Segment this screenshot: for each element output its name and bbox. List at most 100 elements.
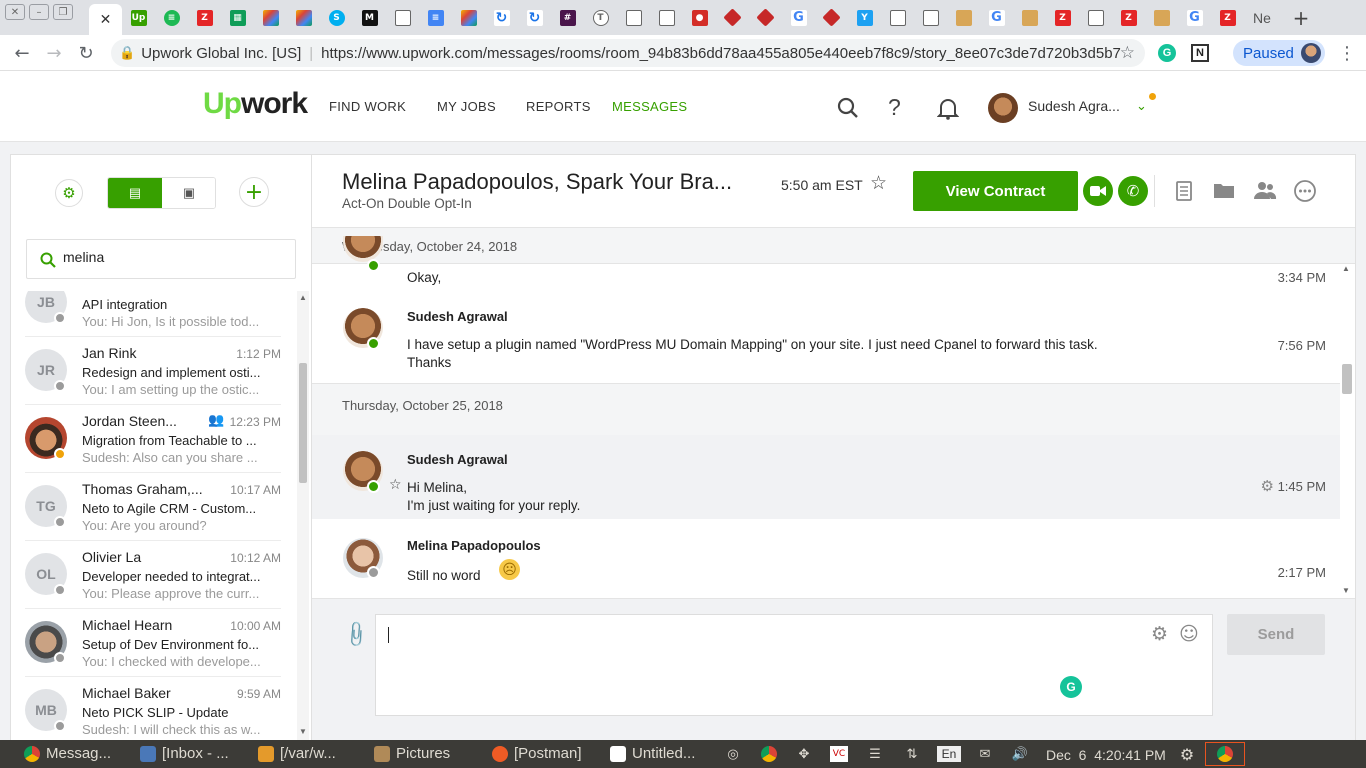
list-item[interactable]: Michael Hearn 10:00 AM Setup of Dev Envi… — [25, 609, 281, 677]
minimize-window-icon[interactable]: – — [29, 4, 49, 20]
tab-ext-1[interactable] — [947, 4, 980, 31]
list-icon[interactable]: ☰ — [866, 746, 884, 762]
folder-icon[interactable] — [1213, 181, 1235, 199]
tab-t[interactable]: T — [584, 4, 617, 31]
tab-ext-3[interactable] — [1145, 4, 1178, 31]
list-item[interactable]: JR Jan Rink 1:12 PM Redesign and impleme… — [25, 337, 281, 405]
tab-last[interactable]: Ne — [1246, 4, 1278, 31]
tab-active[interactable]: ✕ — [89, 4, 122, 35]
tab-google-3[interactable]: G — [1178, 4, 1211, 31]
more-options-icon[interactable] — [1294, 180, 1316, 202]
ubuntu-icon[interactable]: ◎ — [724, 746, 742, 762]
nav-reports[interactable]: REPORTS — [526, 99, 591, 114]
active-window-indicator[interactable] — [1205, 742, 1245, 766]
list-item[interactable]: Jordan Steen... 👥 12:23 PM Migration fro… — [25, 405, 281, 473]
tab-spotify[interactable]: ≡ — [155, 4, 188, 31]
paperclip-icon[interactable]: 📎 — [341, 619, 372, 650]
list-item[interactable]: JB API integration You: Hi Jon, Is it po… — [25, 291, 281, 337]
taskbar-item-chrome[interactable]: Messag... — [24, 745, 111, 762]
maximize-window-icon[interactable]: ❐ — [53, 4, 73, 20]
nav-messages[interactable]: MESSAGES — [612, 99, 687, 114]
gear-icon[interactable]: ⚙ — [1261, 477, 1274, 495]
tab-red-1[interactable] — [716, 4, 749, 31]
search-icon[interactable] — [836, 96, 860, 120]
tab-doc-1[interactable] — [386, 4, 419, 31]
taskbar-item-pictures[interactable]: Pictures — [374, 745, 450, 762]
people-icon[interactable] — [1253, 180, 1277, 200]
gear-icon[interactable]: ⚙ — [1151, 623, 1168, 645]
star-icon[interactable]: ☆ — [389, 477, 402, 493]
list-item[interactable]: OL Olivier La 10:12 AM Developer needed … — [25, 541, 281, 609]
list-item[interactable]: TG Thomas Graham,... 10:17 AM Neto to Ag… — [25, 473, 281, 541]
tab-medium[interactable]: M — [353, 4, 386, 31]
scrollbar-thumb[interactable] — [1342, 364, 1352, 394]
dropbox-icon[interactable]: ✥ — [795, 746, 813, 762]
taskbar-item-document[interactable]: Untitled... — [610, 745, 695, 762]
tab-google-1[interactable]: G — [782, 4, 815, 31]
tab-sheets[interactable]: ▦ — [221, 4, 254, 31]
star-icon[interactable]: ☆ — [870, 172, 887, 194]
taskbar-item-postman[interactable]: [Postman] — [492, 745, 582, 762]
reload-button[interactable]: ↻ — [74, 41, 98, 65]
bell-icon[interactable] — [937, 96, 959, 120]
tab-lp[interactable]: ● — [683, 4, 716, 31]
room-search[interactable] — [26, 239, 296, 279]
new-room-button[interactable]: + — [239, 177, 269, 207]
voice-call-button[interactable]: ✆ — [1118, 176, 1148, 206]
tab-skype[interactable]: S — [320, 4, 353, 31]
notes-icon[interactable] — [1174, 181, 1194, 201]
tab-doc-5[interactable] — [914, 4, 947, 31]
room-subtitle[interactable]: Act-On Double Opt-In — [342, 196, 472, 211]
chevron-down-icon[interactable]: ⌄ — [1136, 99, 1147, 114]
grammarly-extension-icon[interactable]: G — [1158, 44, 1176, 62]
sidebar-scrollbar[interactable]: ▲ ▼ — [297, 291, 309, 741]
tab-pinwheel-2[interactable] — [287, 4, 320, 31]
tab-gdocs[interactable]: ≡ — [419, 4, 452, 31]
keyboard-layout[interactable]: En — [937, 746, 961, 762]
profile-status-button[interactable]: Paused — [1233, 40, 1325, 66]
tab-zoho-4[interactable]: Z — [1211, 4, 1244, 31]
contacts-view-button[interactable]: ▣ — [162, 178, 215, 208]
scroll-up-icon[interactable]: ▲ — [299, 293, 307, 302]
message-composer[interactable]: ⚙ ☺ G — [375, 614, 1213, 716]
tab-sync-1[interactable]: ↻ — [485, 4, 518, 31]
nav-my-jobs[interactable]: MY JOBS — [437, 99, 496, 114]
scrollbar-thumb[interactable] — [299, 363, 307, 483]
tab-pinwheel-3[interactable] — [452, 4, 485, 31]
nav-find-work[interactable]: FIND WORK — [329, 99, 406, 114]
user-avatar[interactable] — [988, 93, 1018, 123]
settings-button[interactable]: ⚙ — [55, 179, 83, 207]
list-item[interactable]: MB Michael Baker 9:59 AM Neto PICK SLIP … — [25, 677, 281, 741]
close-tab-icon[interactable]: ✕ — [100, 12, 112, 28]
tab-upwork[interactable]: Up — [122, 4, 155, 31]
volume-icon[interactable]: 🔊 — [1011, 746, 1029, 762]
mail-icon[interactable]: ✉ — [976, 746, 994, 762]
tab-doc-2[interactable] — [617, 4, 650, 31]
new-tab-button[interactable]: + — [1286, 4, 1316, 31]
tab-red-3[interactable] — [815, 4, 848, 31]
browser-menu-button[interactable]: ⋮ — [1335, 41, 1359, 65]
chrome-tray-icon[interactable] — [760, 746, 778, 762]
tab-zoho-3[interactable]: Z — [1112, 4, 1145, 31]
forward-button[interactable]: → — [42, 41, 66, 65]
tab-doc-6[interactable] — [1079, 4, 1112, 31]
upwork-logo[interactable]: Upwork — [203, 87, 308, 121]
url-text[interactable]: https://www.upwork.com/messages/rooms/ro… — [321, 45, 1121, 62]
scroll-up-icon[interactable]: ▲ — [1342, 264, 1350, 273]
tab-pinwheel-1[interactable] — [254, 4, 287, 31]
settings-gear-icon[interactable]: ⚙ — [1178, 745, 1196, 764]
tab-slack[interactable]: # — [551, 4, 584, 31]
taskbar-item-inbox[interactable]: [Inbox - ... — [140, 745, 229, 762]
emoji-picker-icon[interactable]: ☺ — [1179, 623, 1199, 645]
tab-sync-2[interactable]: ↻ — [518, 4, 551, 31]
message-scrollbar[interactable]: ▲ ▼ — [1340, 264, 1354, 598]
search-input[interactable] — [63, 249, 283, 265]
grammarly-icon[interactable]: G — [1060, 676, 1082, 698]
tab-zoho-2[interactable]: Z — [1046, 4, 1079, 31]
bookmark-star-icon[interactable]: ☆ — [1120, 43, 1135, 63]
notion-extension-icon[interactable]: N — [1191, 44, 1209, 62]
close-window-icon[interactable]: ✕ — [5, 4, 25, 20]
address-bar[interactable]: 🔒 Upwork Global Inc. [US] | https://www.… — [111, 39, 1145, 67]
system-clock[interactable]: Dec 6 4:20:41 PM — [1046, 747, 1166, 763]
view-contract-button[interactable]: View Contract — [913, 171, 1078, 211]
